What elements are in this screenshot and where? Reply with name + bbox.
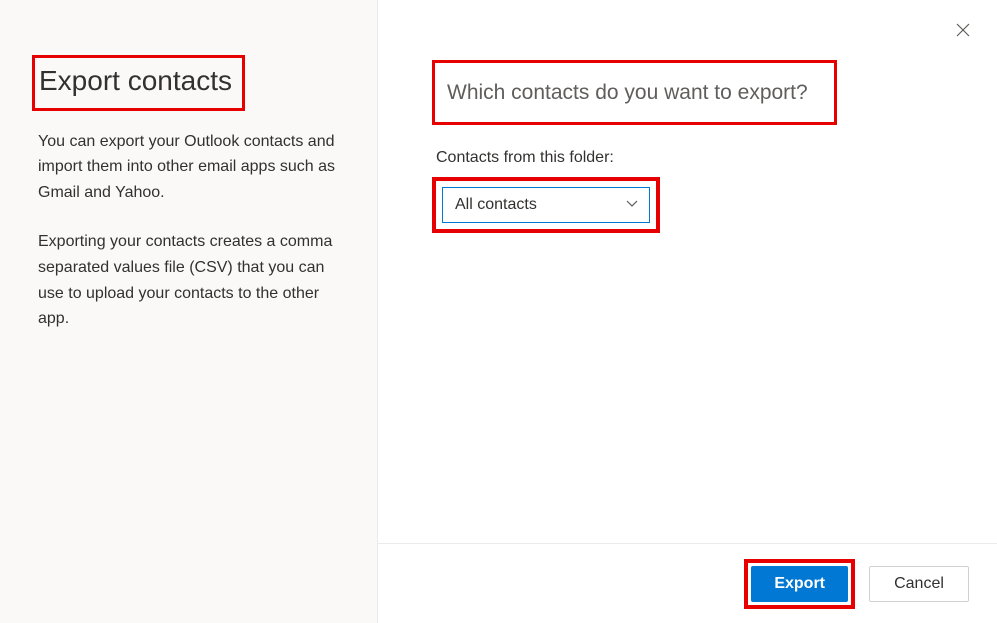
- description-1: You can export your Outlook contacts and…: [38, 129, 339, 206]
- export-button[interactable]: Export: [751, 566, 848, 602]
- chevron-down-icon: [625, 196, 639, 215]
- right-panel: Which contacts do you want to export? Co…: [378, 0, 997, 623]
- dialog-title: Export contacts: [39, 64, 232, 98]
- folder-dropdown[interactable]: All contacts: [442, 187, 650, 223]
- highlight-dropdown: All contacts: [432, 177, 660, 233]
- description-2: Exporting your contacts creates a comma …: [38, 229, 339, 331]
- left-panel: Export contacts You can export your Outl…: [0, 0, 378, 623]
- close-icon: [956, 23, 970, 37]
- highlight-subtitle: Which contacts do you want to export?: [432, 60, 837, 125]
- dialog-subtitle: Which contacts do you want to export?: [447, 79, 808, 106]
- right-content: Which contacts do you want to export? Co…: [378, 0, 997, 543]
- dropdown-selected-value: All contacts: [455, 196, 537, 214]
- dialog-footer: Export Cancel: [378, 543, 997, 623]
- folder-label: Contacts from this folder:: [436, 149, 939, 167]
- close-button[interactable]: [951, 18, 975, 42]
- highlight-title: Export contacts: [32, 55, 245, 111]
- highlight-export-button: Export: [744, 559, 855, 609]
- export-contacts-dialog: Export contacts You can export your Outl…: [0, 0, 997, 623]
- cancel-button[interactable]: Cancel: [869, 566, 969, 602]
